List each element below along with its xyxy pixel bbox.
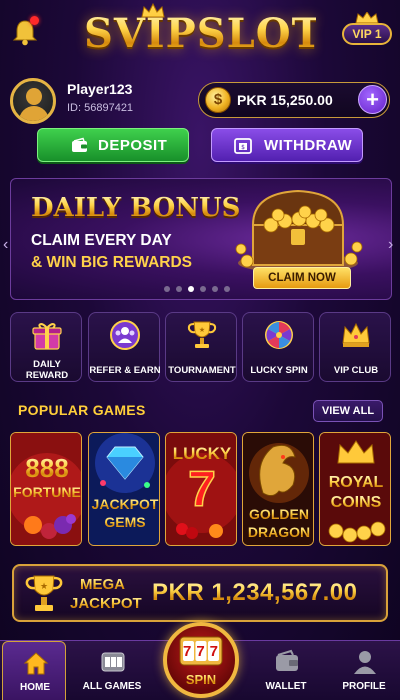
nav-label: WALLET	[265, 681, 307, 692]
category-label: LUCKY SPIN	[250, 365, 308, 376]
category-refer-earn[interactable]: REFER & EARN	[88, 312, 161, 382]
balance-display: $ PKR 15,250.00 +	[198, 82, 390, 118]
daily-bonus-banner[interactable]: DAILY BONUS CLAIM EVERY DAY & WIN BIG RE…	[10, 178, 392, 300]
game-subtitle: 7	[187, 461, 216, 517]
jackpot-label-2: JACKPOT	[70, 595, 142, 612]
spin-reels-text: 777	[183, 643, 224, 660]
pagination-dot[interactable]	[200, 286, 206, 292]
nav-all-games[interactable]: ALL GAMES	[80, 641, 144, 700]
jackpot-label-1: MEGA	[80, 576, 125, 593]
trophy-icon: ★	[187, 321, 217, 348]
withdraw-label: WITHDRAW	[264, 137, 353, 154]
nav-home[interactable]: HOME	[2, 641, 66, 700]
profile-card[interactable]: Player123 ID: 56897421	[10, 78, 190, 124]
home-icon	[23, 652, 49, 675]
add-funds-button[interactable]: +	[358, 85, 387, 114]
banner-prev-icon[interactable]: ‹	[3, 236, 8, 254]
category-lucky-spin[interactable]: LUCKY SPIN	[242, 312, 314, 382]
category-label: REWARD	[25, 370, 69, 381]
wallet-icon	[276, 649, 298, 671]
category-label: REFER & EARN	[89, 365, 161, 376]
game-tile-888-fortune[interactable]: 888 FORTUNE	[10, 432, 82, 546]
wallet-icon	[72, 137, 87, 152]
brand-logo: SVIPSLOT	[84, 10, 323, 57]
pagination-dot[interactable]	[188, 286, 194, 292]
vip-badge[interactable]: VIP 1	[342, 12, 392, 48]
spin-button[interactable]: 777 SPIN	[163, 622, 239, 698]
game-title: ROYAL	[320, 474, 390, 492]
banner-next-icon[interactable]: ›	[388, 236, 393, 254]
nav-label: HOME	[20, 682, 50, 693]
svg-text:$: $	[241, 144, 245, 151]
category-label: VIP CLUB	[333, 365, 379, 376]
header: SVIPSLOT VIP 1	[0, 0, 400, 70]
balance-amount: PKR 15,250.00	[237, 92, 333, 108]
deposit-button[interactable]: DEPOSIT	[37, 128, 189, 162]
game-subtitle: DRAGON	[243, 525, 313, 540]
mega-jackpot-bar[interactable]: ★ MEGA JACKPOT PKR 1,234,567.00	[12, 564, 388, 622]
game-subtitle: GEMS	[89, 515, 159, 530]
vip-level: VIP 1	[342, 23, 392, 45]
pagination-dot[interactable]	[224, 286, 230, 292]
nav-profile[interactable]: PROFILE	[332, 641, 396, 700]
gift-icon	[32, 323, 62, 350]
game-tile-royal-coins[interactable]: ROYAL COINS	[319, 432, 391, 546]
nav-label: PROFILE	[342, 681, 386, 692]
jackpot-trophy-icon: ★	[25, 575, 63, 611]
category-label: TOURNAMENT	[168, 365, 236, 376]
nav-label: ALL GAMES	[82, 681, 142, 692]
category-label: DAILY	[33, 359, 61, 370]
banner-pagination	[150, 286, 250, 294]
pagination-dot[interactable]	[212, 286, 218, 292]
player-id: ID: 56897421	[67, 102, 134, 114]
wallet-actions: DEPOSIT $ WITHDRAW	[0, 128, 400, 164]
slot-machine-icon	[101, 652, 125, 672]
spin-label: SPIN	[167, 672, 235, 687]
category-vip-club[interactable]: VIP CLUB	[319, 312, 391, 382]
notification-dot	[30, 16, 39, 25]
game-title: 888	[11, 454, 81, 482]
wheel-icon	[265, 321, 293, 349]
svg-text:★: ★	[40, 582, 48, 592]
coin-icon: $	[205, 87, 231, 113]
banner-line-1: CLAIM EVERY DAY	[31, 232, 172, 249]
game-subtitle: FORTUNE	[11, 485, 81, 500]
deposit-label: DEPOSIT	[98, 137, 168, 154]
game-subtitle: COINS	[320, 494, 390, 512]
profile-icon	[354, 651, 376, 674]
refer-icon	[110, 320, 140, 350]
category-tournament[interactable]: ★ TOURNAMENT	[165, 312, 237, 382]
game-title: GOLDEN	[243, 507, 313, 522]
banner-line-2: & WIN BIG REWARDS	[31, 254, 193, 271]
withdraw-button[interactable]: $ WITHDRAW	[211, 128, 363, 162]
jackpot-amount: PKR 1,234,567.00	[152, 579, 358, 606]
pagination-dot[interactable]	[176, 286, 182, 292]
game-tile-jackpot-gems[interactable]: JACKPOT GEMS	[88, 432, 160, 546]
game-tile-lucky-7[interactable]: LUCKY 7	[165, 432, 237, 546]
avatar[interactable]	[10, 78, 56, 124]
atm-icon: $	[234, 138, 252, 154]
view-all-button[interactable]: VIEW ALL	[313, 400, 383, 422]
category-daily-reward[interactable]: DAILY REWARD	[10, 312, 82, 382]
pagination-dot[interactable]	[164, 286, 170, 292]
banner-title: DAILY BONUS	[31, 193, 241, 223]
player-name: Player123	[67, 81, 133, 97]
nav-wallet[interactable]: WALLET	[254, 641, 318, 700]
popular-games-title: POPULAR GAMES	[18, 402, 146, 418]
crown-icon	[342, 322, 370, 347]
game-tile-golden-dragon[interactable]: GOLDEN DRAGON	[242, 432, 314, 546]
claim-now-button[interactable]: CLAIM NOW	[253, 267, 351, 289]
svg-text:★: ★	[199, 326, 205, 334]
game-title: JACKPOT	[89, 497, 159, 512]
treasure-chest-icon	[235, 189, 363, 273]
